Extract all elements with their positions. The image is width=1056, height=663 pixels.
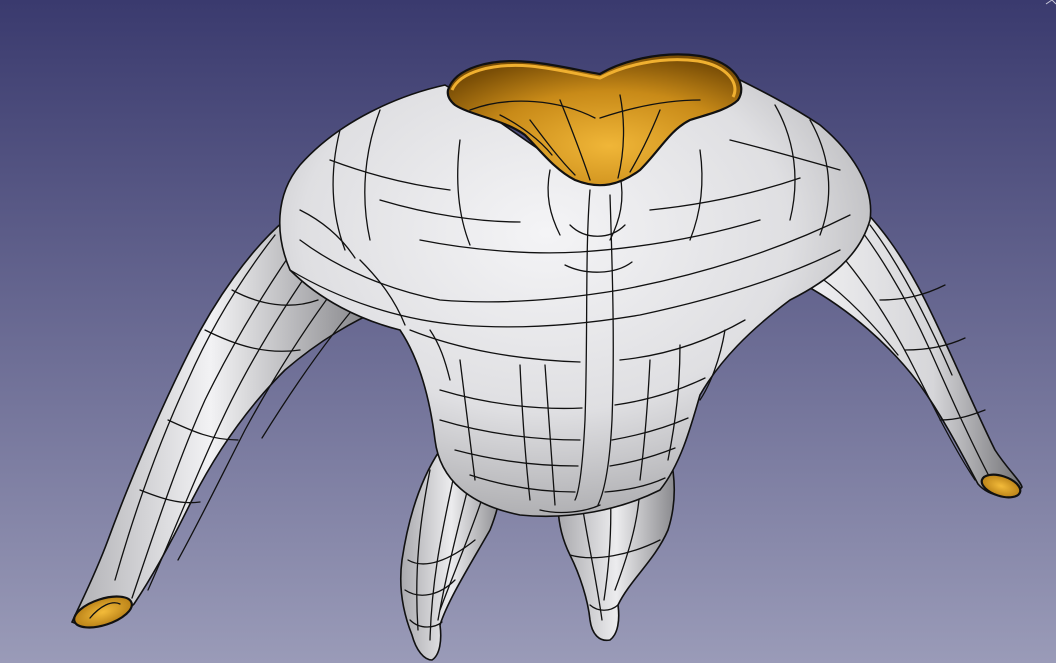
3d-scene[interactable] — [0, 0, 1056, 663]
3d-viewport[interactable] — [0, 0, 1056, 663]
